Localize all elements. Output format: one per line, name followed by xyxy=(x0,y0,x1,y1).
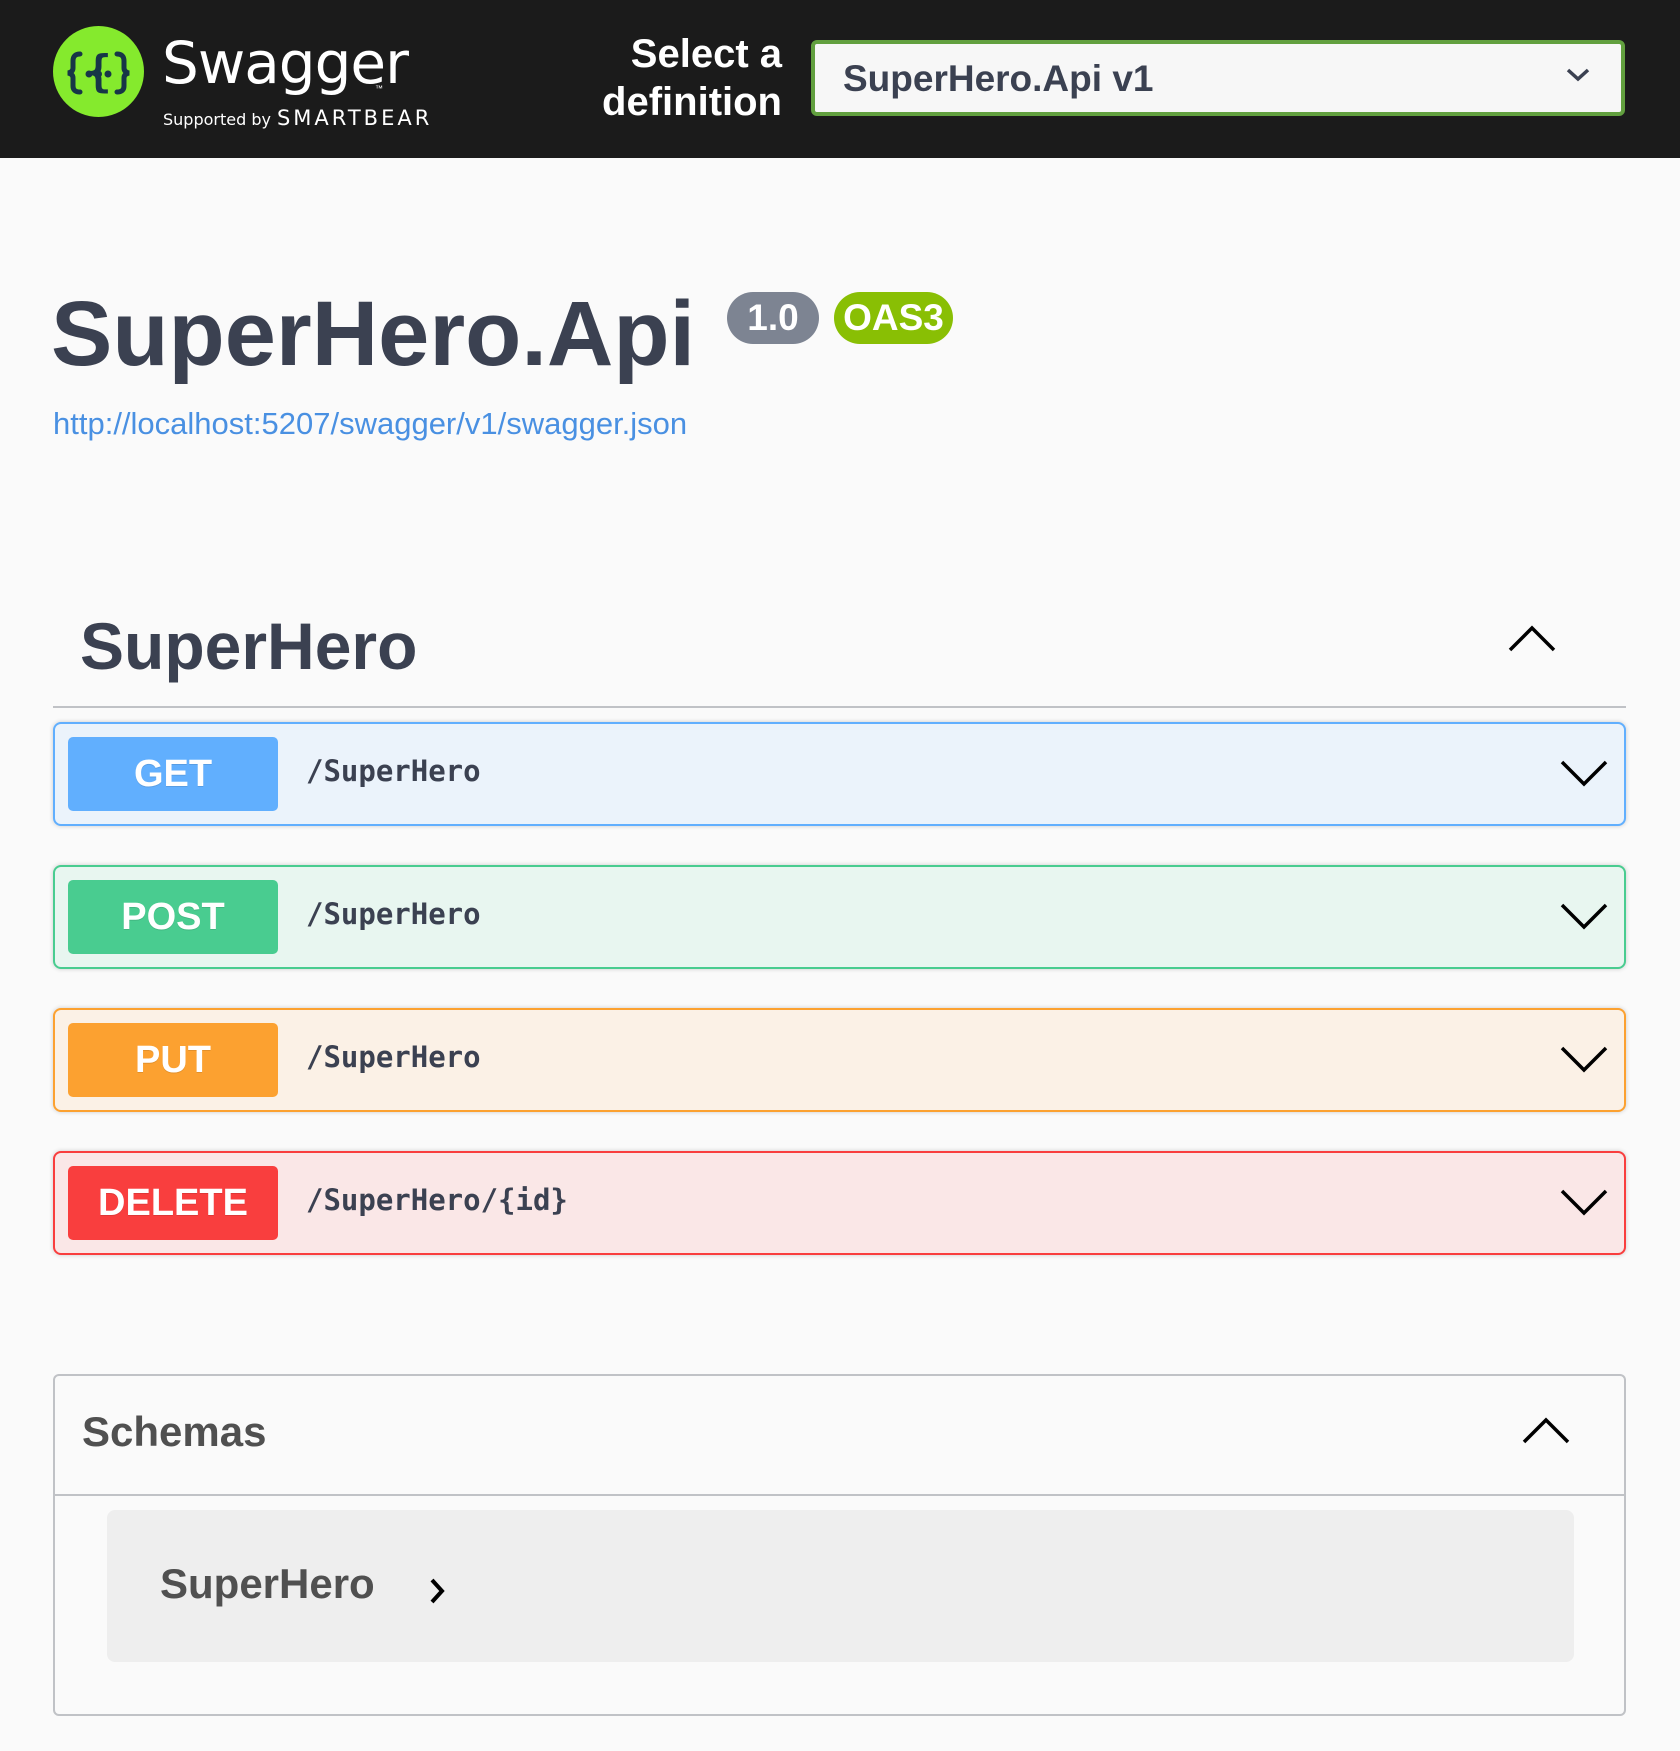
method-badge-delete: DELETE xyxy=(68,1166,278,1240)
chevron-down-icon[interactable] xyxy=(1560,1044,1608,1079)
model-superhero[interactable]: SuperHero xyxy=(107,1510,1574,1662)
opblock-get-superhero[interactable]: GET /SuperHero xyxy=(53,722,1626,826)
opblock-put-superhero[interactable]: PUT /SuperHero xyxy=(53,1008,1626,1112)
chevron-up-icon[interactable] xyxy=(1508,624,1556,657)
schemas-section: Schemas SuperHero xyxy=(53,1374,1626,1716)
opblock-post-superhero[interactable]: POST /SuperHero xyxy=(53,865,1626,969)
model-name: SuperHero xyxy=(160,1560,375,1607)
spec-url-link[interactable]: http://localhost:5207/swagger/v1/swagger… xyxy=(53,406,687,442)
operation-path: /SuperHero xyxy=(306,1040,481,1074)
chevron-right-icon[interactable] xyxy=(427,1576,447,1611)
chevron-down-icon[interactable] xyxy=(1560,901,1608,936)
oas-badge: OAS3 xyxy=(834,292,953,344)
logo-brand: SMARTBEAR xyxy=(276,106,433,130)
definition-select[interactable]: SuperHero.Api v1 xyxy=(811,40,1625,116)
method-badge-get: GET xyxy=(68,737,278,811)
chevron-down-icon[interactable] xyxy=(1560,758,1608,793)
logo-wordmark[interactable]: Swagger xyxy=(162,34,409,92)
selected-definition: SuperHero.Api v1 xyxy=(843,58,1154,99)
topbar: { Swagger ™ Supported by SMARTBEAR Select… xyxy=(0,0,1680,158)
logo-supported-by: Supported by xyxy=(163,110,271,129)
chevron-down-icon[interactable] xyxy=(1560,1187,1608,1222)
operation-path: /SuperHero/{id} xyxy=(306,1183,568,1217)
version-badge: 1.0 xyxy=(727,292,819,344)
operation-path: /SuperHero xyxy=(306,754,481,788)
tag-header-superhero[interactable]: SuperHero xyxy=(53,588,1626,708)
method-badge-put: PUT xyxy=(68,1023,278,1097)
api-title: SuperHero.Api xyxy=(51,283,696,385)
chevron-down-icon xyxy=(1565,66,1591,89)
tag-title: SuperHero xyxy=(80,609,418,683)
operation-path: /SuperHero xyxy=(306,897,481,931)
select-definition-label: Select a definition xyxy=(602,32,782,124)
schemas-header[interactable]: Schemas xyxy=(55,1376,1624,1496)
swagger-logo-icon[interactable]: { xyxy=(53,26,144,117)
chevron-up-icon[interactable] xyxy=(1522,1416,1570,1449)
method-badge-post: POST xyxy=(68,880,278,954)
schemas-title: Schemas xyxy=(82,1408,267,1455)
logo-subtitle: Supported by SMARTBEAR xyxy=(163,108,432,129)
logo-trademark: ™ xyxy=(375,84,383,93)
opblock-delete-superhero-id[interactable]: DELETE /SuperHero/{id} xyxy=(53,1151,1626,1255)
